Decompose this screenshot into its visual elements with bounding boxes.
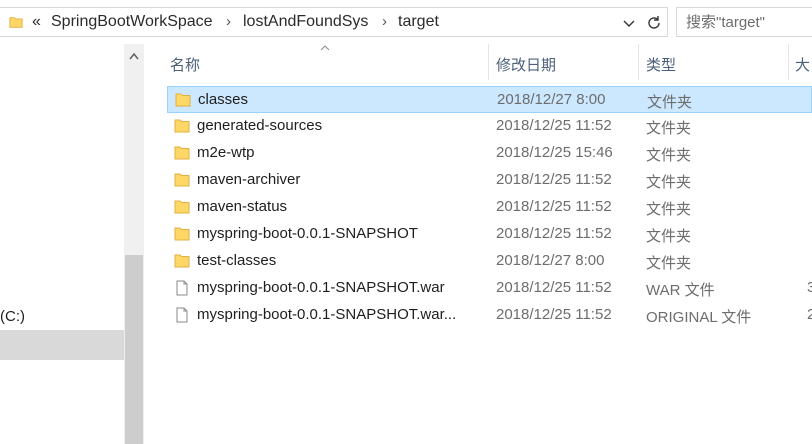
file-name: generated-sources — [197, 117, 323, 134]
list-item[interactable]: myspring-boot-0.0.1-SNAPSHOT 2018/12/25 … — [167, 221, 812, 248]
scroll-thumb[interactable] — [125, 255, 143, 444]
folder-icon — [174, 254, 190, 268]
file-icon — [176, 280, 188, 296]
list-item[interactable]: m2e-wtp 2018/12/25 15:46 文件夹 — [167, 140, 812, 167]
list-item[interactable]: myspring-boot-0.0.1-SNAPSHOT.war... 2018… — [167, 302, 812, 329]
folder-icon — [175, 93, 191, 107]
nav-scrollbar[interactable] — [124, 44, 144, 444]
column-size[interactable]: 大 — [795, 54, 810, 75]
list-item[interactable]: test-classes 2018/12/27 8:00 文件夹 — [167, 248, 812, 275]
breadcrumb-overflow[interactable]: « — [32, 13, 41, 31]
file-date: 2018/12/25 11:52 — [496, 306, 612, 323]
file-type: 文件夹 — [646, 228, 692, 245]
nav-item-selected[interactable] — [0, 330, 124, 360]
file-type: 文件夹 — [646, 201, 692, 218]
column-header: 名称 修改日期 类型 大 — [144, 44, 812, 82]
list-item[interactable]: myspring-boot-0.0.1-SNAPSHOT.war 2018/12… — [167, 275, 812, 302]
folder-icon — [174, 200, 190, 214]
breadcrumb-separator[interactable]: › — [226, 13, 231, 30]
navigation-pane[interactable]: (C:) — [0, 44, 124, 444]
folder-icon — [174, 173, 190, 187]
breadcrumb-separator[interactable]: › — [382, 13, 387, 30]
file-type: 文件夹 — [646, 255, 692, 272]
file-type: 文件夹 — [646, 147, 692, 164]
file-date: 2018/12/25 11:52 — [496, 225, 612, 242]
file-name: test-classes — [197, 252, 277, 269]
file-name: maven-archiver — [197, 171, 301, 188]
folder-icon — [174, 146, 190, 160]
scroll-up-icon[interactable] — [129, 52, 139, 60]
folder-icon — [174, 227, 190, 241]
list-item[interactable]: maven-status 2018/12/25 11:52 文件夹 — [167, 194, 812, 221]
file-name: maven-status — [197, 198, 288, 215]
nav-item-drive-c[interactable]: (C:) — [0, 308, 25, 325]
file-type: WAR 文件 — [646, 282, 715, 299]
file-date: 2018/12/25 11:52 — [496, 198, 612, 215]
folder-icon — [9, 17, 23, 28]
breadcrumb-target[interactable]: target — [398, 13, 439, 31]
list-item[interactable]: classes 2018/12/27 8:00 文件夹 — [167, 86, 812, 113]
column-divider[interactable] — [488, 44, 489, 80]
file-type: 文件夹 — [646, 120, 692, 137]
search-box[interactable] — [676, 7, 812, 37]
folder-icon — [174, 119, 190, 133]
file-name: myspring-boot-0.0.1-SNAPSHOT — [197, 225, 418, 242]
search-input[interactable] — [686, 12, 810, 32]
column-divider[interactable] — [788, 44, 789, 80]
file-name: myspring-boot-0.0.1-SNAPSHOT.war... — [197, 306, 457, 323]
column-type[interactable]: 类型 — [646, 54, 676, 75]
file-type: ORIGINAL 文件 — [646, 309, 752, 326]
file-date: 2018/12/25 11:52 — [496, 117, 612, 134]
chevron-down-icon[interactable] — [622, 16, 636, 30]
file-type: 文件夹 — [647, 94, 693, 111]
column-divider[interactable] — [638, 44, 639, 80]
file-date: 2018/12/27 8:00 — [497, 91, 606, 108]
file-date: 2018/12/25 11:52 — [496, 171, 612, 188]
file-date: 2018/12/25 15:46 — [496, 144, 613, 161]
file-date: 2018/12/25 11:52 — [496, 279, 612, 296]
column-name[interactable]: 名称 — [170, 54, 200, 75]
sort-ascending-icon — [320, 45, 330, 51]
file-date: 2018/12/27 8:00 — [496, 252, 605, 269]
list-item[interactable]: generated-sources 2018/12/25 11:52 文件夹 — [167, 113, 812, 140]
file-name: m2e-wtp — [197, 144, 255, 161]
breadcrumb-lostandfoundsys[interactable]: lostAndFoundSys — [243, 13, 368, 31]
breadcrumb-springbootworkspace[interactable]: SpringBootWorkSpace — [51, 13, 213, 31]
file-name: classes — [198, 91, 249, 108]
address-bar[interactable]: « SpringBootWorkSpace › lostAndFoundSys … — [0, 7, 668, 37]
column-date[interactable]: 修改日期 — [496, 54, 556, 75]
list-item[interactable]: maven-archiver 2018/12/25 11:52 文件夹 — [167, 167, 812, 194]
file-name: myspring-boot-0.0.1-SNAPSHOT.war — [197, 279, 445, 296]
file-size: 2 — [807, 306, 812, 323]
file-type: 文件夹 — [646, 174, 692, 191]
file-icon — [176, 307, 188, 323]
file-size: 3 — [807, 279, 812, 296]
refresh-icon[interactable] — [645, 14, 663, 32]
